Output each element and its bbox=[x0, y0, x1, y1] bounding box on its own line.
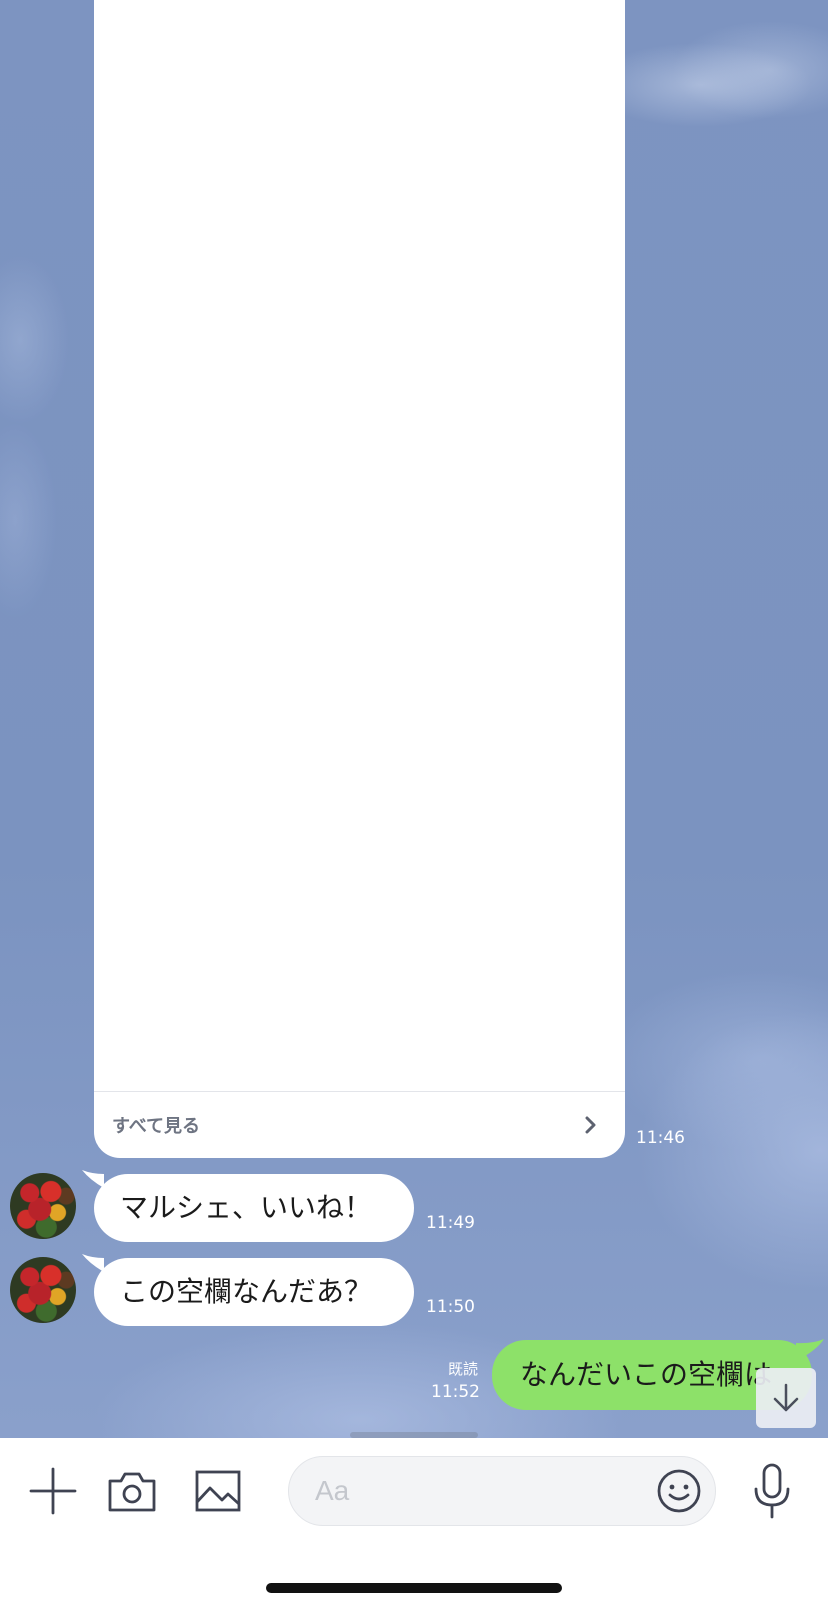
arrow-down-icon bbox=[773, 1383, 799, 1412]
message-time: 11:52 bbox=[431, 1382, 480, 1402]
message-text: なんだいこの空欄は bbox=[520, 1358, 773, 1391]
see-all-label: すべて見る bbox=[112, 1116, 201, 1137]
scroll-to-bottom-button[interactable] bbox=[756, 1368, 816, 1428]
microphone-icon bbox=[754, 1463, 790, 1519]
chat-screen: すべて見る 11:46 マルシェ、いいね！ 11:49 この空欄なんだあ？ 11… bbox=[0, 0, 828, 1608]
card-content-area[interactable] bbox=[94, 0, 625, 1091]
bubble-tail bbox=[82, 1170, 104, 1188]
see-all-button[interactable]: すべて見る bbox=[94, 1092, 625, 1158]
camera-icon bbox=[108, 1472, 156, 1512]
camera-button[interactable] bbox=[106, 1468, 158, 1514]
message-time: 11:46 bbox=[636, 1128, 685, 1148]
add-button[interactable] bbox=[28, 1466, 78, 1516]
message-input-box[interactable] bbox=[288, 1456, 716, 1526]
chevron-right-icon bbox=[581, 1115, 601, 1135]
plus-icon bbox=[29, 1467, 77, 1515]
voice-button[interactable] bbox=[752, 1462, 792, 1520]
received-message-bubble[interactable]: この空欄なんだあ？ bbox=[94, 1258, 414, 1326]
received-message-bubble[interactable]: マルシェ、いいね！ bbox=[94, 1174, 414, 1242]
avatar[interactable] bbox=[10, 1173, 76, 1239]
message-time: 11:49 bbox=[426, 1213, 475, 1233]
message-text: マルシェ、いいね！ bbox=[120, 1191, 373, 1224]
bubble-tail bbox=[82, 1254, 104, 1272]
gallery-button[interactable] bbox=[194, 1469, 242, 1513]
image-icon bbox=[195, 1470, 241, 1512]
home-indicator[interactable] bbox=[266, 1583, 562, 1593]
smiley-icon bbox=[657, 1469, 701, 1513]
shared-content-card[interactable]: すべて見る bbox=[94, 0, 625, 1158]
read-receipt-label: 既読 bbox=[447, 1360, 478, 1378]
message-time: 11:50 bbox=[426, 1297, 475, 1317]
avatar[interactable] bbox=[10, 1257, 76, 1323]
message-input[interactable] bbox=[315, 1475, 635, 1507]
message-text: この空欄なんだあ？ bbox=[120, 1275, 373, 1308]
emoji-button[interactable] bbox=[656, 1468, 702, 1514]
